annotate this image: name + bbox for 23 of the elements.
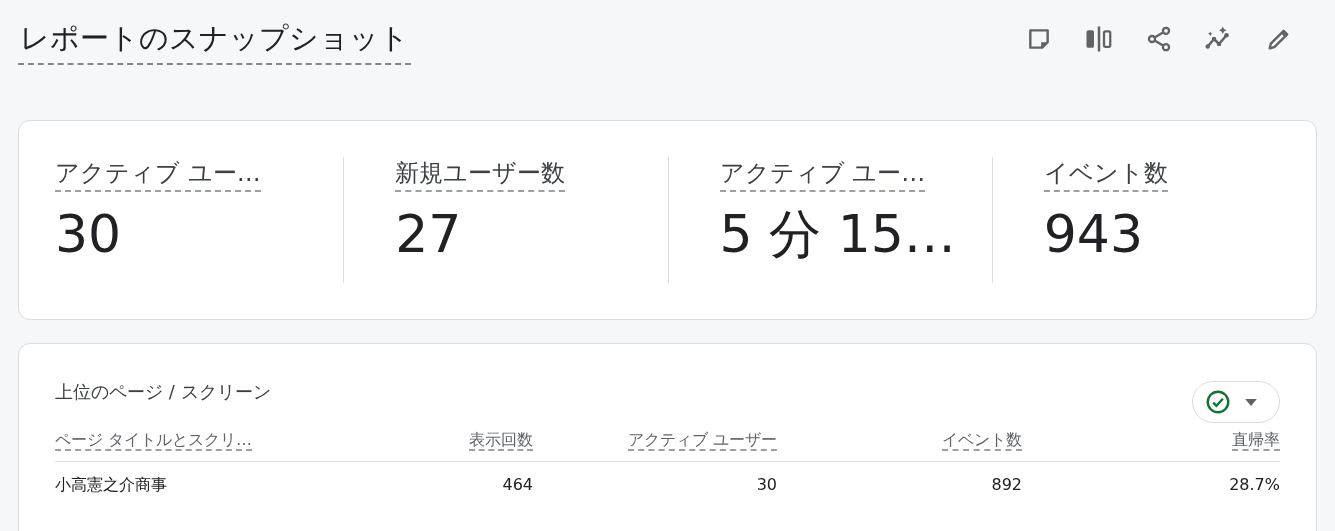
- metric-label[interactable]: アクティブ ユー…: [719, 157, 926, 192]
- filter-button[interactable]: [1192, 381, 1280, 423]
- table-cell-text: 464: [501, 475, 533, 496]
- metric-value: 27: [395, 206, 462, 264]
- metric-value: 5 分 15…: [719, 206, 956, 264]
- report-title: レポートのスナップショット: [18, 19, 411, 65]
- metric-label[interactable]: イベント数: [1043, 157, 1168, 192]
- metric-label[interactable]: 新規ユーザー数: [395, 157, 566, 192]
- column-header[interactable]: アクティブ ユーザー: [627, 430, 777, 451]
- table-cell-text: 小高憲之介商事: [55, 475, 168, 496]
- column-header[interactable]: イベント数: [942, 430, 1022, 451]
- column-header[interactable]: 直帰率: [1232, 430, 1280, 451]
- check-circle-icon: [1205, 389, 1231, 415]
- caret-icon: [1245, 398, 1257, 406]
- table-cell-text: 30: [755, 475, 777, 496]
- column-header[interactable]: 表示回数: [469, 430, 533, 451]
- table-cell-text: 28.7%: [1228, 475, 1280, 496]
- metric-value: 943: [1043, 206, 1143, 264]
- column-header[interactable]: ページ タイトルとスクリ…: [55, 430, 253, 451]
- table-title: 上位のページ / スクリーン: [55, 380, 271, 404]
- table-cell-text: 892: [990, 475, 1022, 496]
- metric-value: 30: [55, 206, 122, 264]
- metric-label[interactable]: アクティブ ユー…: [55, 157, 261, 192]
